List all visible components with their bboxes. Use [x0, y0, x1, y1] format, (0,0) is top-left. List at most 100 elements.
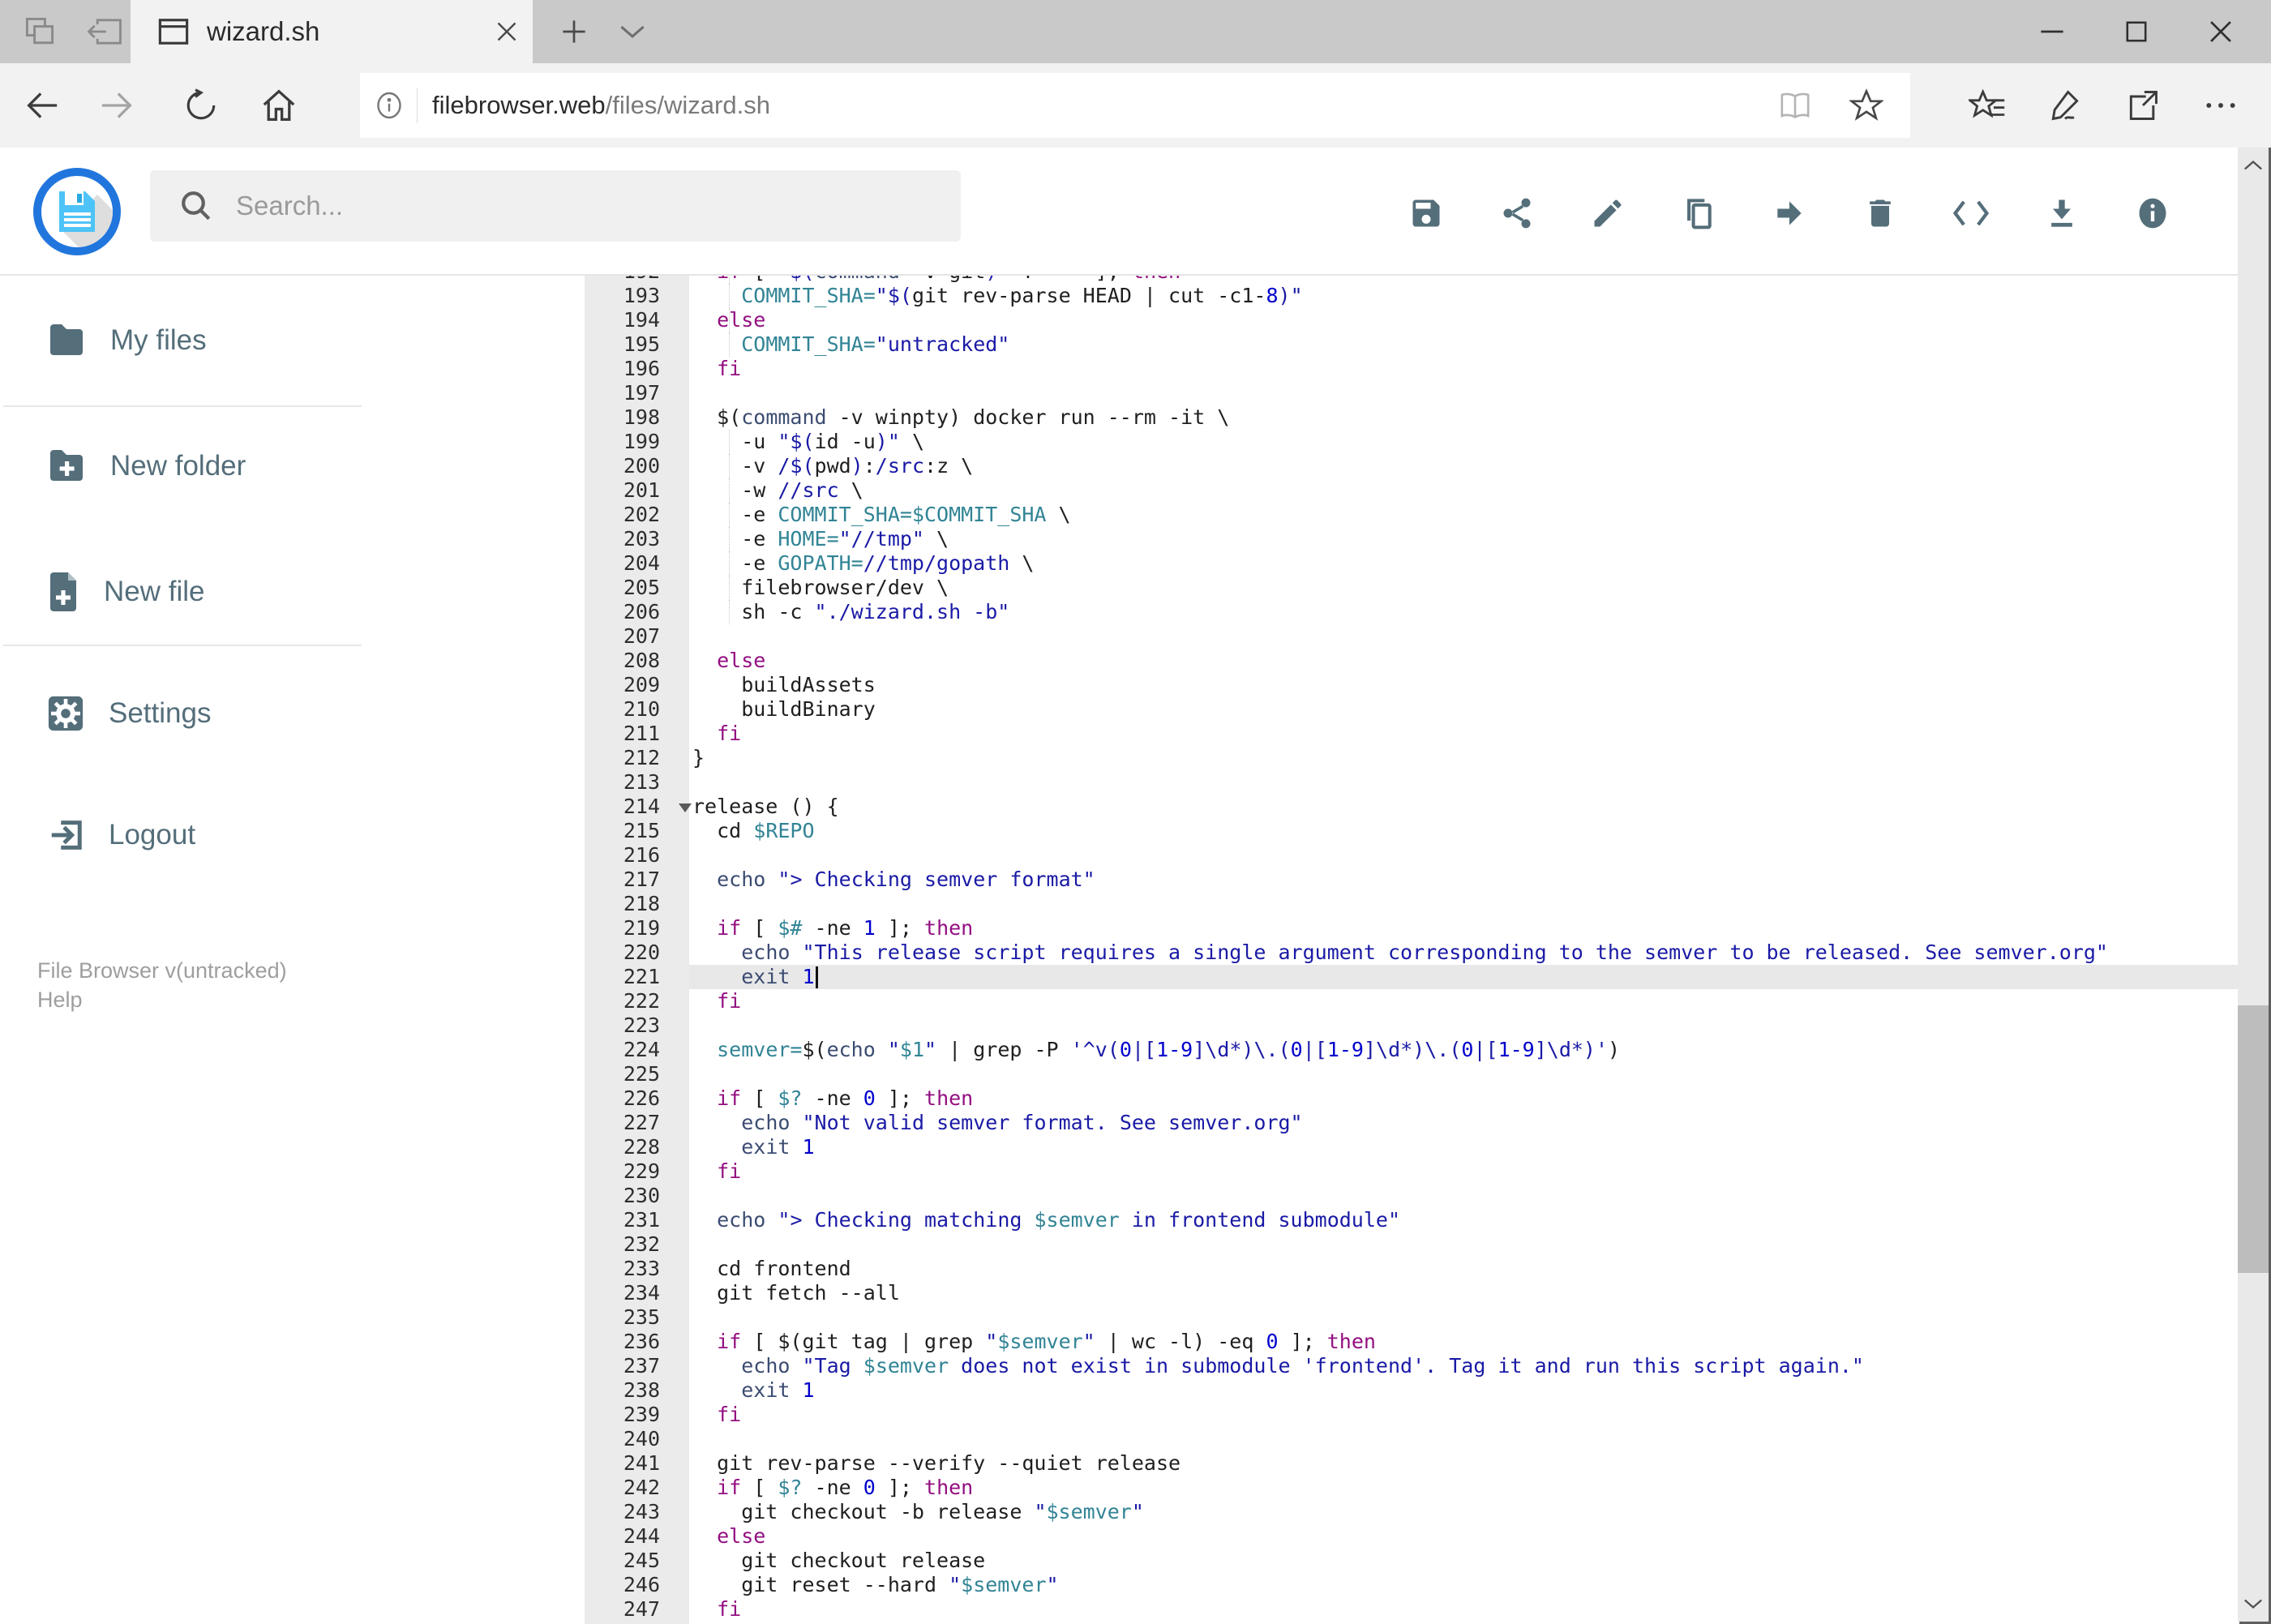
- code-line[interactable]: 203 -e HOME="//tmp" \: [585, 527, 2239, 551]
- sidebar-item-new-file[interactable]: New file: [0, 550, 365, 634]
- code-line[interactable]: 221 exit 1: [585, 965, 2239, 989]
- code-text[interactable]: buildBinary: [689, 697, 2239, 722]
- code-line[interactable]: 242 if [ $? -ne 0 ]; then: [585, 1476, 2239, 1500]
- code-line[interactable]: 246 git reset --hard "$semver": [585, 1573, 2239, 1597]
- code-line[interactable]: 240: [585, 1427, 2239, 1451]
- code-text[interactable]: echo "Not valid semver format. See semve…: [689, 1111, 2239, 1135]
- code-text[interactable]: git checkout release: [689, 1549, 2239, 1573]
- code-text[interactable]: fi: [689, 722, 2239, 746]
- code-text[interactable]: git fetch --all: [689, 1281, 2239, 1305]
- info-button[interactable]: [2134, 195, 2171, 232]
- code-line[interactable]: 244 else: [585, 1524, 2239, 1549]
- info-icon[interactable]: [375, 91, 404, 120]
- code-text[interactable]: [689, 770, 2239, 795]
- code-line[interactable]: 219 if [ $# -ne 1 ]; then: [585, 916, 2239, 941]
- code-line[interactable]: 238 exit 1: [585, 1378, 2239, 1403]
- rename-button[interactable]: [1589, 195, 1626, 232]
- code-line[interactable]: 202 -e COMMIT_SHA=$COMMIT_SHA \: [585, 503, 2239, 527]
- code-line[interactable]: 208 else: [585, 649, 2239, 673]
- code-line[interactable]: 231 echo "> Checking matching $semver in…: [585, 1208, 2239, 1232]
- set-tabs-aside-icon[interactable]: [10, 0, 70, 63]
- move-button[interactable]: [1771, 195, 1808, 232]
- code-line[interactable]: 223: [585, 1013, 2239, 1038]
- code-line[interactable]: 204 -e GOPATH=//tmp/gopath \: [585, 551, 2239, 576]
- code-line[interactable]: 228 exit 1: [585, 1135, 2239, 1159]
- code-text[interactable]: echo "> Checking semver format": [689, 868, 2239, 892]
- code-line[interactable]: 236 if [ $(git tag | grep "$semver" | wc…: [585, 1330, 2239, 1354]
- code-text[interactable]: else: [689, 649, 2239, 673]
- maximize-icon[interactable]: [2094, 0, 2179, 63]
- scroll-down-icon[interactable]: [2238, 1588, 2269, 1620]
- code-line[interactable]: 218: [585, 892, 2239, 916]
- close-window-icon[interactable]: [2179, 0, 2263, 63]
- code-line[interactable]: 200 -v /$(pwd):/src:z \: [585, 454, 2239, 478]
- hub-favorites-icon[interactable]: [1948, 63, 2026, 148]
- code-text[interactable]: [689, 1013, 2239, 1038]
- code-text[interactable]: fi: [689, 1597, 2239, 1622]
- code-line[interactable]: 195 COMMIT_SHA="untracked": [585, 332, 2239, 357]
- code-text[interactable]: echo "> Checking matching $semver in fro…: [689, 1208, 2239, 1232]
- scrollbar-thumb[interactable]: [2238, 1005, 2269, 1273]
- code-line[interactable]: 194 else: [585, 308, 2239, 332]
- code-line[interactable]: 243 git checkout -b release "$semver": [585, 1500, 2239, 1524]
- code-text[interactable]: release () {: [689, 795, 2239, 819]
- code-line[interactable]: 214 release () {: [585, 795, 2239, 819]
- code-text[interactable]: git reset --hard "$semver": [689, 1573, 2239, 1597]
- code-line[interactable]: 222 fi: [585, 989, 2239, 1013]
- code-line[interactable]: 232: [585, 1232, 2239, 1257]
- reading-view-icon[interactable]: [1759, 73, 1831, 138]
- refresh-icon[interactable]: [167, 63, 235, 148]
- tab-close-icon[interactable]: [481, 0, 533, 63]
- code-text[interactable]: filebrowser/dev \: [689, 576, 2239, 600]
- code-line[interactable]: 209 buildAssets: [585, 673, 2239, 697]
- new-tab-icon[interactable]: [548, 0, 600, 63]
- code-line[interactable]: 216: [585, 843, 2239, 868]
- sidebar-item-new-folder[interactable]: New folder: [0, 424, 365, 508]
- code-line[interactable]: 235: [585, 1305, 2239, 1330]
- code-text[interactable]: $(command -v winpty) docker run --rm -it…: [689, 405, 2239, 430]
- code-text[interactable]: exit 1: [689, 1135, 2239, 1159]
- sidebar-item-my-files[interactable]: My files: [0, 298, 365, 383]
- code-text[interactable]: [689, 1305, 2239, 1330]
- code-text[interactable]: buildAssets: [689, 673, 2239, 697]
- code-text[interactable]: cd frontend: [689, 1257, 2239, 1281]
- code-text[interactable]: [689, 624, 2239, 649]
- code-line[interactable]: 201 -w //src \: [585, 478, 2239, 503]
- code-line[interactable]: 210 buildBinary: [585, 697, 2239, 722]
- code-text[interactable]: fi: [689, 989, 2239, 1013]
- code-line[interactable]: 198 $(command -v winpty) docker run --rm…: [585, 405, 2239, 430]
- code-text[interactable]: [689, 1062, 2239, 1086]
- code-text[interactable]: semver=$(echo "$1" | grep -P '^v(0|[1-9]…: [689, 1038, 2239, 1062]
- code-text[interactable]: if [ $# -ne 1 ]; then: [689, 916, 2239, 941]
- code-text[interactable]: fi: [689, 1403, 2239, 1427]
- code-text[interactable]: fi: [689, 1159, 2239, 1184]
- code-line[interactable]: 193 COMMIT_SHA="$(git rev-parse HEAD | c…: [585, 284, 2239, 308]
- annotate-pen-icon[interactable]: [2026, 63, 2104, 148]
- code-text[interactable]: cd $REPO: [689, 819, 2239, 843]
- code-text[interactable]: echo "This release script requires a sin…: [689, 941, 2239, 965]
- raw-code-button[interactable]: [1952, 195, 1990, 232]
- delete-button[interactable]: [1862, 195, 1899, 232]
- filebrowser-logo[interactable]: [32, 167, 122, 256]
- tab-wizard-sh[interactable]: wizard.sh: [131, 0, 533, 63]
- code-line[interactable]: 230: [585, 1184, 2239, 1208]
- help-link[interactable]: Help: [37, 988, 83, 1013]
- code-text[interactable]: exit 1: [689, 1378, 2239, 1403]
- address-bar[interactable]: filebrowser.web/files/wizard.sh: [360, 73, 1910, 138]
- code-text[interactable]: COMMIT_SHA="$(git rev-parse HEAD | cut -…: [689, 284, 2239, 308]
- code-text[interactable]: [689, 1427, 2239, 1451]
- code-line[interactable]: 206 sh -c "./wizard.sh -b": [585, 600, 2239, 624]
- code-line[interactable]: 217 echo "> Checking semver format": [585, 868, 2239, 892]
- code-text[interactable]: if [ $? -ne 0 ]; then: [689, 1086, 2239, 1111]
- code-line[interactable]: 233 cd frontend: [585, 1257, 2239, 1281]
- vertical-scrollbar[interactable]: [2238, 148, 2269, 1622]
- code-text[interactable]: -e HOME="//tmp" \: [689, 527, 2239, 551]
- code-text[interactable]: [689, 892, 2239, 916]
- code-text[interactable]: git checkout -b release "$semver": [689, 1500, 2239, 1524]
- code-line[interactable]: 205 filebrowser/dev \: [585, 576, 2239, 600]
- code-text[interactable]: -v /$(pwd):/src:z \: [689, 454, 2239, 478]
- more-ellipsis-icon[interactable]: [2182, 63, 2260, 148]
- forward-icon[interactable]: [83, 63, 151, 148]
- code-text[interactable]: if [ $? -ne 0 ]; then: [689, 1476, 2239, 1500]
- code-line[interactable]: 229 fi: [585, 1159, 2239, 1184]
